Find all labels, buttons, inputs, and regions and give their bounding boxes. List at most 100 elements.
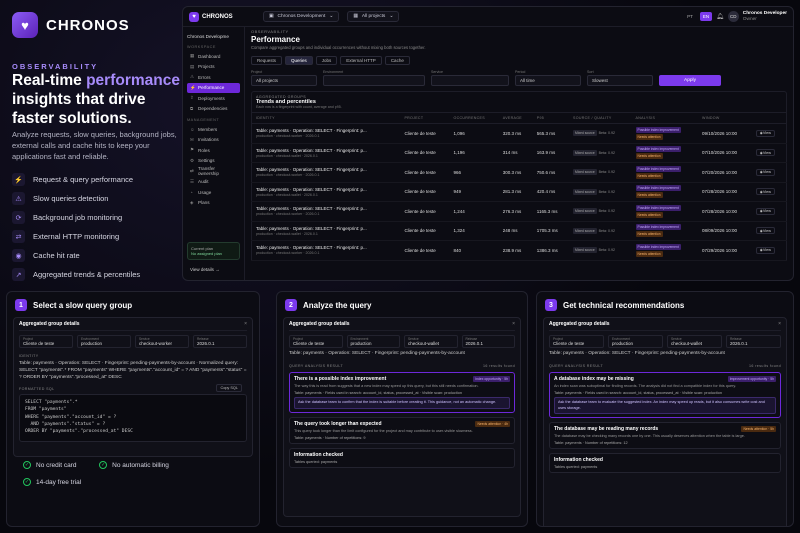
check-item: ✓ No credit card: [23, 461, 81, 469]
source-chip: Mixed source: [573, 208, 597, 215]
sidebar-item-usage[interactable]: ◔ Usage: [187, 187, 240, 198]
identity-label: IDENTITY: [19, 354, 39, 358]
external-http-icon: ⇄: [12, 230, 25, 243]
view-button[interactable]: ◉ View: [755, 188, 775, 196]
result-meta: Table: payments · Number of repetitions:…: [554, 441, 628, 446]
org-select[interactable]: ▣ Chronos Development ⌄: [263, 11, 340, 22]
tab-requests[interactable]: Requests: [251, 56, 283, 65]
table-row[interactable]: Table: payments · Operation: SELECT · Fi…: [251, 123, 787, 144]
project-select[interactable]: ▦ All projects ⌄: [347, 11, 400, 22]
status-badge: Needs attention: [635, 211, 663, 218]
view-button[interactable]: ◉ View: [755, 246, 775, 254]
analysis-count: 16 results found: [749, 363, 781, 368]
view-cell: ◉ View: [751, 240, 787, 261]
tab-cache[interactable]: Cache: [384, 56, 410, 65]
sidebar-item-projects[interactable]: ▤ Projects: [187, 62, 240, 73]
view-cell: ◉ View: [751, 182, 787, 202]
check-label: 14-day free trial: [36, 478, 82, 486]
quality-text: Beta: 0.92: [598, 209, 616, 214]
close-icon[interactable]: ×: [778, 321, 781, 327]
filter-project-input[interactable]: All projects: [251, 75, 317, 86]
sidebar-item-label: Roles: [198, 147, 210, 153]
window-cell: 07/29/2026 10:00: [698, 240, 752, 261]
app-logo[interactable]: ♥ CHRONOS: [189, 11, 255, 22]
column-header: OCCURRENCES: [449, 112, 499, 124]
step-number: 1: [15, 299, 27, 311]
filter-period-input[interactable]: All time: [515, 75, 581, 86]
average-cell: 281.3 ms: [498, 182, 533, 202]
sidebar-item-label: Usage: [198, 189, 212, 195]
sidebar-item-roles[interactable]: ⚑ Roles: [187, 145, 240, 156]
analysis-cell: Possible index improvement Needs attentio…: [631, 162, 698, 183]
result-card[interactable]: Information checked Tables queried: paym…: [289, 447, 515, 468]
identity-text: Table: payments · Operation: SELECT · Fi…: [19, 361, 247, 380]
result-badge: Needs attention · 5h: [741, 425, 776, 432]
view-button[interactable]: ◉ View: [755, 129, 775, 137]
field-project: Project Cliente de teste: [19, 335, 73, 348]
sidebar-item-dashboard[interactable]: ▦ Dashboard: [187, 51, 240, 62]
sidebar-item-deployments[interactable]: ⇪ Deployments: [187, 93, 240, 104]
bell-icon[interactable]: 🔔︎: [716, 13, 724, 20]
table-row[interactable]: Table: payments · Operation: SELECT · Fi…: [251, 162, 787, 183]
recommendation-card[interactable]: A database index may be missing Improveme…: [549, 371, 781, 418]
table-row[interactable]: Table: payments · Operation: SELECT · Fi…: [251, 240, 787, 261]
sidebar-item-settings[interactable]: ⚙ Settings: [187, 156, 240, 167]
filter-sort-input[interactable]: Slowest: [587, 75, 653, 86]
project-cell: Cliente de teste: [400, 240, 450, 261]
sidebar-item-errors[interactable]: ⚠ Errors: [187, 72, 240, 83]
close-icon[interactable]: ×: [244, 321, 247, 327]
occurrences-cell: 1,196: [449, 143, 499, 163]
tab-queries[interactable]: Queries: [285, 56, 313, 65]
step-number: 3: [545, 299, 557, 311]
user-menu[interactable]: Chronos Developer Owner: [743, 11, 787, 23]
app-window: ♥ CHRONOS ▣ Chronos Development ⌄ ▦ All proj…: [182, 6, 794, 281]
sidebar-item-members[interactable]: ☺ Members: [187, 124, 240, 135]
roles-icon: ⚑: [190, 147, 195, 153]
table-row[interactable]: Table: payments · Operation: SELECT · Fi…: [251, 143, 787, 163]
filter-service-input[interactable]: [431, 75, 509, 86]
result-title: The query took longer than expected: [294, 420, 382, 427]
brand-logo[interactable]: ♥ CHRONOS: [12, 12, 130, 38]
copy-sql-button[interactable]: Copy SQL: [216, 383, 242, 392]
query-identity: Table: payments · Operation: SELECT · Fi…: [256, 245, 367, 251]
apply-button[interactable]: Apply: [659, 75, 721, 86]
filter-project: Project All projects: [251, 70, 317, 86]
lang-en[interactable]: EN: [699, 12, 713, 21]
view-button[interactable]: ◉ View: [755, 207, 775, 215]
source-chip: Mixed source: [573, 130, 597, 137]
recommendation-card[interactable]: Information checked Tables queried: paym…: [549, 453, 781, 474]
view-plan-details-link[interactable]: View details →: [190, 267, 220, 272]
view-label: View: [762, 209, 771, 214]
sidebar-item-label: Transfer ownership: [197, 166, 219, 177]
sidebar-org-switcher[interactable]: Chronos Developme: [187, 31, 240, 41]
tab-jobs[interactable]: Jobs: [315, 56, 338, 65]
filter-environment-input[interactable]: [323, 75, 425, 86]
table-row[interactable]: Table: payments · Operation: SELECT · Fi…: [251, 201, 787, 222]
analysis-label: QUERY ANALYSIS RESULT: [289, 363, 344, 368]
view-button[interactable]: ◉ View: [755, 149, 775, 157]
window-cell: 08/09/2026 10:00: [698, 221, 752, 241]
lang-pt[interactable]: PT: [684, 12, 696, 21]
result-card[interactable]: The query took longer than expected Needs…: [289, 416, 515, 444]
sidebar-item-plans[interactable]: ◈ Plans: [187, 198, 240, 209]
recommendation-card[interactable]: The database may be reading many records…: [549, 421, 781, 450]
app-topbar: ♥ CHRONOS ▣ Chronos Development ⌄ ▦ All proj…: [183, 7, 793, 27]
view-button[interactable]: ◉ View: [755, 227, 775, 235]
sidebar-item-dependencies[interactable]: ⧉ Dependencies: [187, 104, 240, 115]
result-title: Information checked: [554, 457, 603, 464]
avatar[interactable]: CD: [727, 11, 739, 22]
view-button[interactable]: ◉ View: [755, 168, 775, 176]
table-row[interactable]: Table: payments · Operation: SELECT · Fi…: [251, 221, 787, 241]
average-cell: 238.9 ms: [498, 240, 533, 261]
card-title: Aggregated group details: [549, 321, 610, 327]
sidebar-item-performance[interactable]: ⚡ Performance: [187, 82, 240, 93]
close-icon[interactable]: ×: [512, 321, 515, 327]
result-card[interactable]: There is a possible index improvement Ind…: [289, 371, 515, 413]
table-row[interactable]: Table: payments · Operation: SELECT · Fi…: [251, 182, 787, 202]
sidebar-item-audit[interactable]: ☰ Audit: [187, 177, 240, 188]
tab-external-http[interactable]: External HTTP: [340, 56, 382, 65]
status-badge: Needs attention: [635, 172, 663, 179]
sidebar-item-transfer-ownership[interactable]: ⇄ Transfer ownership: [187, 166, 240, 177]
sidebar-item-invitations[interactable]: ✉ Invitations: [187, 135, 240, 146]
card-title: Aggregated group details: [19, 321, 80, 327]
